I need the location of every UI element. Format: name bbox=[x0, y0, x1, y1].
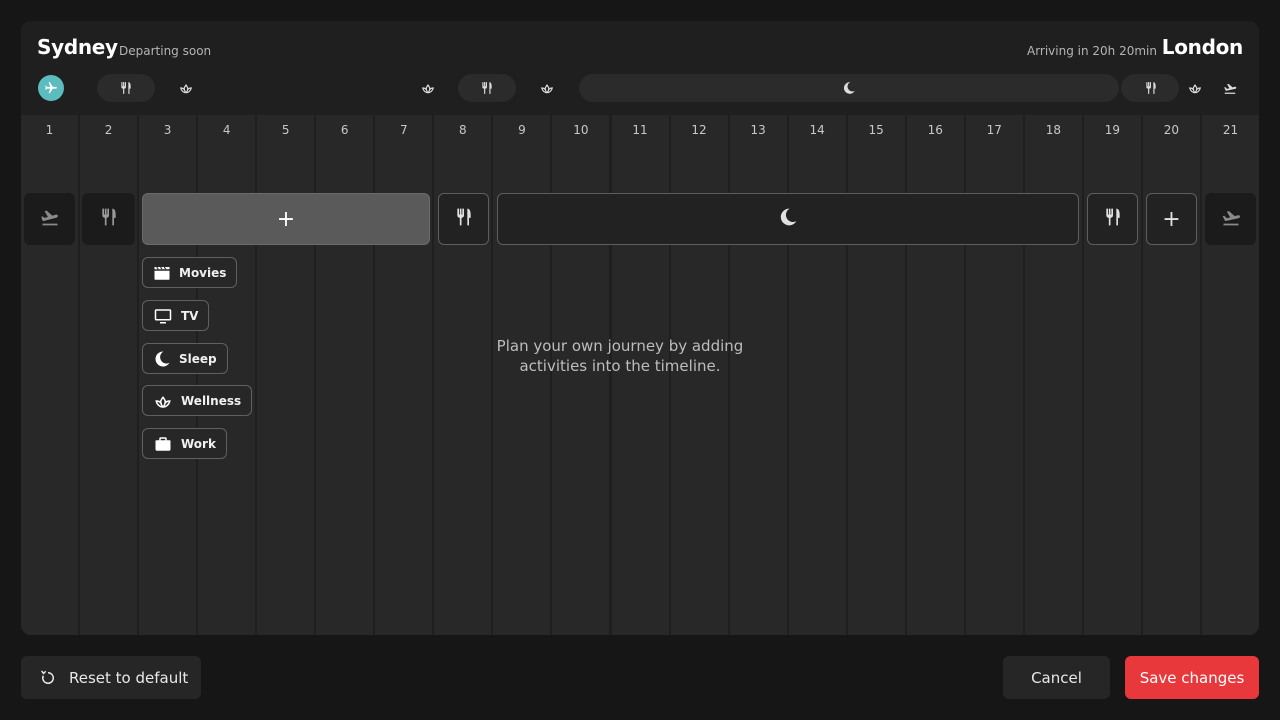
hour-label: 4 bbox=[222, 123, 231, 137]
moon-icon bbox=[835, 74, 863, 102]
moon-icon bbox=[778, 207, 798, 231]
empty-timeline-message: Plan your own journey by adding activiti… bbox=[496, 337, 744, 375]
activity-chip-work[interactable]: Work bbox=[142, 428, 227, 459]
activity-chip-label: Movies bbox=[179, 265, 227, 280]
activity-chip-label: Sleep bbox=[179, 351, 217, 366]
lotus-icon bbox=[414, 74, 442, 102]
meal-block-1[interactable] bbox=[82, 193, 135, 245]
hour-label: 8 bbox=[459, 123, 467, 137]
activity-chip-movies[interactable]: Movies bbox=[142, 257, 238, 288]
hour-label: 2 bbox=[104, 123, 113, 137]
hour-label: 11 bbox=[632, 123, 648, 137]
takeoff-icon bbox=[40, 207, 60, 231]
hour-label: 6 bbox=[340, 123, 349, 137]
activity-chip-label: Wellness bbox=[181, 393, 242, 408]
origin-city: Sydney bbox=[37, 35, 118, 59]
hour-label: 7 bbox=[399, 123, 408, 137]
hour-label: 14 bbox=[809, 123, 825, 137]
lotus-icon bbox=[1181, 74, 1209, 102]
hour-label: 1 bbox=[45, 123, 54, 137]
activity-chip-sleep[interactable]: Sleep bbox=[142, 343, 228, 374]
journey-planner-panel: Sydney Departing soon Arriving in 20h 20… bbox=[21, 21, 1259, 635]
save-changes-button[interactable]: Save changes bbox=[1125, 656, 1259, 699]
activity-chip-wellness[interactable]: Wellness bbox=[142, 385, 253, 416]
reset-to-default-button[interactable]: Reset to default bbox=[21, 656, 201, 699]
plus-icon: + bbox=[276, 206, 296, 232]
sleep-block[interactable] bbox=[497, 193, 1079, 245]
activity-chip-label: Work bbox=[181, 436, 216, 451]
activity-chip-label: TV bbox=[181, 308, 199, 323]
hour-label: 12 bbox=[691, 123, 707, 137]
activity-chip-tv[interactable]: TV bbox=[142, 300, 210, 331]
hour-label: 20 bbox=[1163, 123, 1180, 137]
add-activity-block-2[interactable]: + bbox=[1146, 193, 1197, 245]
fork-knife-icon bbox=[99, 207, 119, 231]
hour-label: 10 bbox=[573, 123, 589, 137]
plus-icon: + bbox=[1162, 206, 1181, 232]
overview-strip bbox=[21, 74, 1259, 102]
hour-label: 15 bbox=[868, 123, 884, 137]
fork-knife-icon bbox=[1103, 207, 1123, 231]
tv-icon bbox=[154, 308, 172, 323]
fork-knife-icon bbox=[112, 74, 140, 102]
fork-knife-icon bbox=[473, 74, 501, 102]
lotus-icon bbox=[533, 74, 561, 102]
lotus-icon bbox=[155, 395, 171, 408]
briefcase-icon bbox=[155, 436, 171, 451]
hour-label: 3 bbox=[163, 123, 172, 137]
hour-label: 21 bbox=[1222, 123, 1239, 137]
lotus-icon bbox=[172, 74, 200, 102]
hour-label: 18 bbox=[1045, 123, 1061, 137]
moon-icon bbox=[155, 350, 170, 366]
destination-city: London bbox=[1161, 35, 1244, 59]
cancel-button[interactable]: Cancel bbox=[1003, 656, 1110, 699]
landing-icon bbox=[1216, 74, 1244, 102]
origin-status: Departing soon bbox=[119, 44, 212, 58]
fork-knife-icon bbox=[1137, 74, 1165, 102]
add-activity-block[interactable]: + bbox=[142, 193, 430, 245]
hour-label: 13 bbox=[750, 123, 766, 137]
landing-icon bbox=[1221, 207, 1241, 231]
hour-label: 19 bbox=[1104, 123, 1121, 137]
hour-label: 17 bbox=[986, 123, 1002, 137]
takeoff-block[interactable] bbox=[24, 193, 75, 245]
meal-block-2[interactable] bbox=[438, 193, 489, 245]
reset-icon bbox=[41, 669, 54, 684]
hour-label: 16 bbox=[927, 123, 943, 137]
reset-label: Reset to default bbox=[69, 668, 189, 687]
fork-knife-icon bbox=[454, 207, 474, 231]
arrival-status: Arriving in 20h 20min bbox=[1026, 44, 1157, 58]
hour-label: 5 bbox=[281, 123, 290, 137]
landing-block[interactable] bbox=[1205, 193, 1256, 245]
meal-block-3[interactable] bbox=[1087, 193, 1138, 245]
clapperboard-icon bbox=[154, 266, 170, 280]
airplane-icon bbox=[38, 75, 64, 101]
hour-label: 9 bbox=[518, 123, 526, 137]
